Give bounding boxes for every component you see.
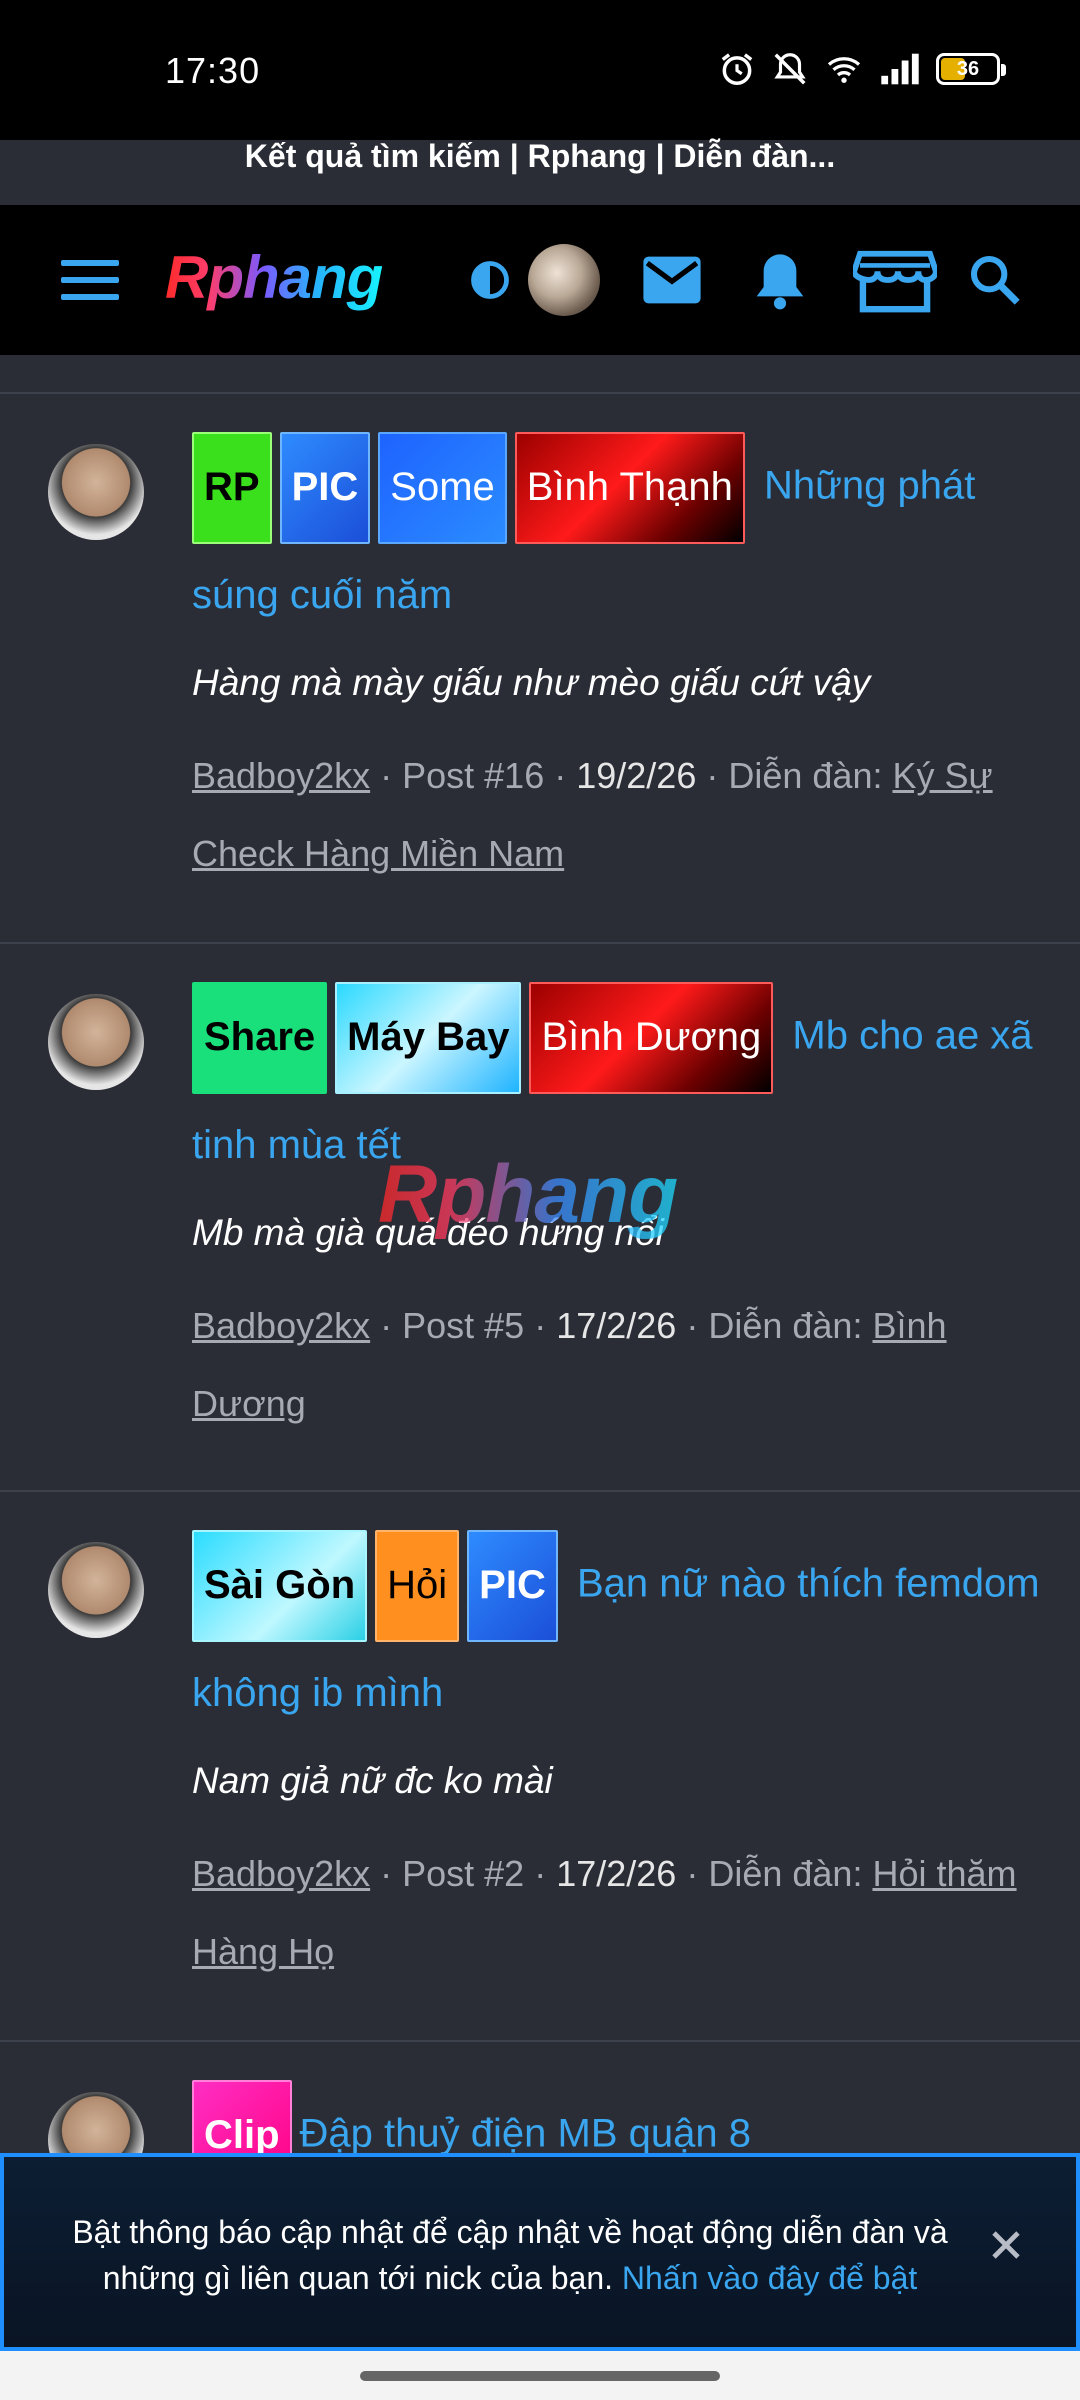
- menu-button[interactable]: [50, 205, 130, 355]
- store-button[interactable]: [848, 205, 942, 355]
- search-icon: [970, 255, 1020, 305]
- status-icons: 36: [718, 50, 1006, 88]
- close-notice-button[interactable]: [978, 2217, 1034, 2273]
- result-meta: Badboy2kx · Post #5 · 17/2/26 · Diễn đàn…: [192, 1305, 947, 1424]
- top-navbar: [0, 205, 1080, 355]
- post-number: Post #2: [402, 1853, 525, 1894]
- author-avatar[interactable]: [48, 994, 144, 1090]
- author-avatar[interactable]: [48, 444, 144, 540]
- author-link[interactable]: Badboy2kx: [192, 1853, 370, 1894]
- wifi-icon: [827, 57, 861, 83]
- search-button[interactable]: [960, 205, 1030, 355]
- user-avatar: [528, 244, 600, 316]
- system-nav-bar: [0, 2351, 1080, 2400]
- tag-binh-thanh[interactable]: Bình Thạnh: [514, 432, 745, 544]
- site-logo[interactable]: Rphang: [165, 240, 383, 316]
- tag-some[interactable]: Some: [378, 432, 507, 544]
- inbox-button[interactable]: [634, 205, 710, 355]
- result-title-line: Sài Gòn Hỏi PIC Bạn nữ nào thích femdom kh…: [192, 1530, 1050, 1744]
- divider: [0, 942, 1080, 944]
- result-meta: Badboy2kx · Post #2 · 17/2/26 · Diễn đàn…: [192, 1853, 1017, 1972]
- app-root: 17:30 36 Kết quả tìm kiếm | Rphang | Diễ…: [0, 0, 1080, 2400]
- home-indicator[interactable]: [360, 2371, 720, 2381]
- post-date: 19/2/26: [576, 755, 697, 796]
- mail-icon: [643, 256, 701, 304]
- tag-hoi[interactable]: Hỏi: [375, 1530, 460, 1642]
- notifications-button[interactable]: [742, 205, 818, 355]
- status-time: 17:30: [165, 50, 261, 91]
- close-icon: [992, 2231, 1020, 2259]
- tag-sai-gon[interactable]: Sài Gòn: [192, 1530, 368, 1642]
- user-avatar-button[interactable]: [526, 205, 602, 355]
- result-meta: Badboy2kx · Post #16 · 19/2/26 · Diễn đà…: [192, 755, 993, 874]
- enable-notifications-link[interactable]: Nhấn vào đây để bật: [622, 2260, 917, 2296]
- watermark-logo: Rphang: [378, 1149, 678, 1240]
- tag-share[interactable]: Share: [192, 982, 328, 1094]
- bell-icon: [756, 254, 804, 310]
- tag-pic[interactable]: PIC: [467, 1530, 558, 1642]
- forum-label: Diễn đàn:: [728, 755, 883, 796]
- tag-binh-duong[interactable]: Bình Dương: [529, 982, 774, 1094]
- divider: [0, 2040, 1080, 2042]
- signal-icon: [881, 53, 919, 85]
- result-title-link[interactable]: Đập thuỷ điện MB quận 8: [300, 2112, 751, 2156]
- notice-text-block: Bật thông báo cập nhật để cập nhật về ho…: [54, 2209, 966, 2301]
- author-avatar[interactable]: [48, 1542, 144, 1638]
- post-number: Post #5: [402, 1305, 525, 1346]
- status-bar: 17:30 36 Kết quả tìm kiếm | Rphang | Diễ…: [0, 0, 1080, 174]
- battery-icon: 36: [936, 53, 1006, 85]
- battery-level: 36: [956, 57, 980, 80]
- post-number: Post #16: [402, 755, 545, 796]
- divider: [0, 392, 1080, 394]
- post-date: 17/2/26: [556, 1853, 677, 1894]
- theme-toggle-button[interactable]: [460, 205, 520, 355]
- divider: [0, 1490, 1080, 1492]
- forum-label: Diễn đàn:: [708, 1305, 863, 1346]
- author-link[interactable]: Badboy2kx: [192, 755, 370, 796]
- forum-label: Diễn đàn:: [708, 1853, 863, 1894]
- push-notification-prompt: Bật thông báo cập nhật để cập nhật về ho…: [0, 2153, 1080, 2351]
- page-title: Kết quả tìm kiếm | Rphang | Diễn đàn...: [244, 138, 836, 174]
- alarm-icon: [721, 53, 753, 85]
- tag-pic[interactable]: PIC: [279, 432, 371, 544]
- contrast-icon: [471, 261, 509, 299]
- post-date: 17/2/26: [556, 1305, 677, 1346]
- hamburger-icon: [61, 260, 119, 300]
- author-link[interactable]: Badboy2kx: [192, 1305, 370, 1346]
- mute-icon: [774, 53, 806, 85]
- store-icon: [853, 250, 937, 313]
- result-snippet: Hàng mà mày giấu như mèo giấu cứt vậy: [192, 662, 871, 703]
- result-snippet: Nam giả nữ đc ko mài: [192, 1760, 553, 1801]
- tag-may-bay[interactable]: Máy Bay: [335, 982, 522, 1094]
- tag-rp[interactable]: RP: [192, 432, 272, 544]
- result-title-line: RP PIC Some Bình Thạnh Những phát súng cuối…: [192, 432, 1050, 646]
